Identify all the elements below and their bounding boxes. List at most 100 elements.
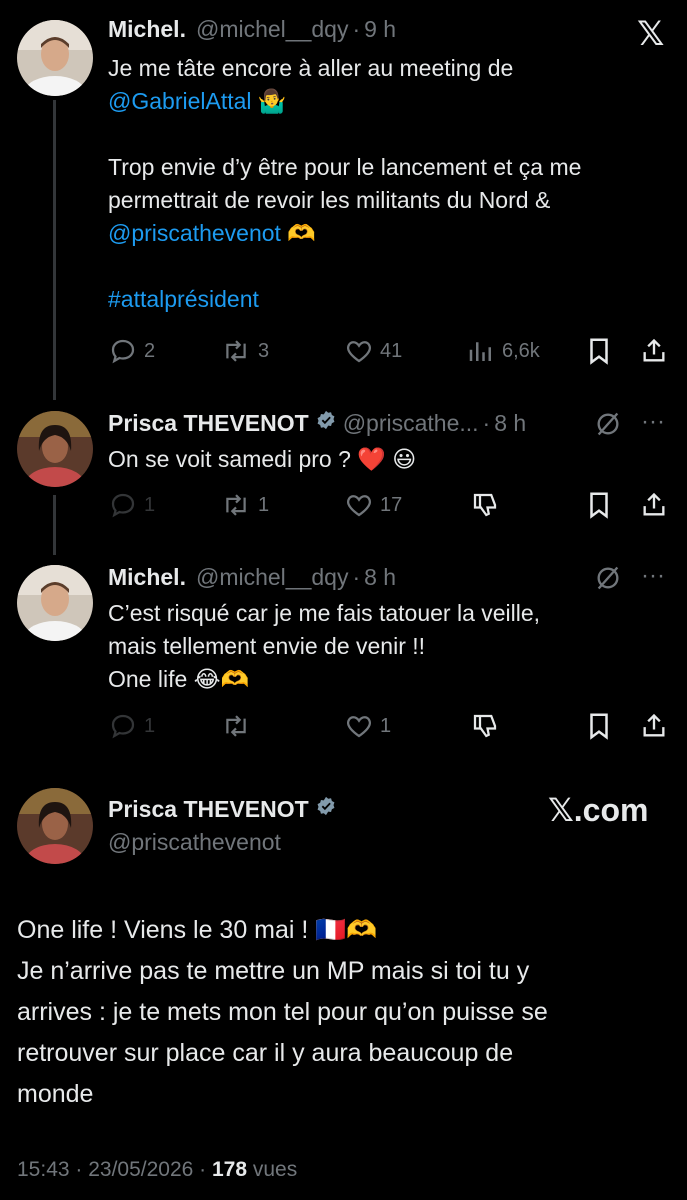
avatar-michel (17, 20, 93, 96)
mention-link[interactable]: @GabrielAttal (108, 88, 252, 114)
repost-icon (226, 340, 246, 362)
repost-button[interactable]: 3 (220, 336, 269, 366)
bookmark-icon (590, 338, 608, 365)
share-icon (643, 338, 665, 362)
like-button[interactable]: 17 (344, 490, 402, 520)
separator: · (482, 409, 491, 436)
reply-icon (111, 339, 135, 364)
x-logo-icon[interactable]: 𝕏 (637, 14, 664, 54)
main-tweet-meta: 15:43 · 23/05/2026 · 178 vues (17, 1158, 297, 1182)
handle[interactable]: @priscathevenot (108, 829, 281, 856)
separator: · (352, 564, 361, 590)
bookmark-icon (590, 492, 608, 519)
text-line: One life 😂🫶 (108, 666, 250, 692)
text-line: Trop envie d’y être pour le lancement et… (108, 154, 582, 180)
avatar-michel (17, 565, 93, 641)
reply-icon (111, 493, 135, 518)
share-icon (643, 713, 665, 737)
timestamp[interactable]: 8 h (364, 564, 396, 591)
share-button[interactable] (640, 711, 668, 741)
bookmark-button[interactable] (586, 490, 612, 520)
repost-icon (226, 494, 246, 516)
views-count: 178 (211, 1158, 248, 1181)
more-options-icon[interactable]: ··· (641, 562, 665, 590)
handle[interactable]: @michel__dqy (196, 564, 348, 591)
emoji: 🤷‍♂️ (251, 88, 287, 114)
avatar[interactable] (17, 788, 93, 864)
tweet-header: Michel. @michel__dqy · 8 h (108, 564, 396, 591)
avatar[interactable] (17, 565, 93, 641)
display-name[interactable]: Michel. (108, 564, 186, 591)
repost-count: 1 (258, 493, 270, 516)
downvote-button[interactable] (470, 490, 500, 520)
text-line: Je me tâte encore à aller au meeting de (108, 55, 514, 81)
tweet-text: Je me tâte encore à aller au meeting de … (108, 52, 581, 316)
mention-link[interactable]: @priscathevenot (108, 220, 281, 246)
heart-icon (347, 495, 371, 517)
timestamp[interactable]: 9 h (364, 16, 396, 43)
more-options-icon[interactable]: ··· (641, 408, 665, 436)
views-button[interactable]: 6,6k (466, 336, 540, 366)
main-tweet-text: One life ! Viens le 30 mai ! 🇫🇷🫶 Je n’ar… (17, 910, 548, 1115)
heart-icon (347, 341, 371, 363)
reply-count: 1 (144, 714, 156, 737)
bookmark-button[interactable] (586, 336, 612, 366)
text-line: arrives : je te mets mon tel pour qu’on … (17, 998, 548, 1026)
verified-badge-icon (315, 795, 337, 823)
grok-icon[interactable] (594, 564, 622, 597)
avatar[interactable] (17, 411, 93, 487)
separator: · (352, 16, 361, 42)
action-bar: 2 3 41 6,6k (108, 336, 668, 366)
downvote-button[interactable] (470, 711, 500, 741)
text-line: C’est risqué car je me fais tatouer la v… (108, 600, 541, 626)
views-count: 6,6k (502, 339, 540, 362)
like-count: 17 (380, 493, 403, 516)
like-button[interactable]: 1 (344, 711, 391, 741)
reply-button[interactable]: 2 (108, 336, 155, 366)
avatar[interactable] (17, 20, 93, 96)
display-name[interactable]: Prisca THEVENOT (108, 410, 309, 437)
text-line: One life ! Viens le 30 mai ! 🇫🇷🫶 (17, 916, 378, 944)
handle[interactable]: @michel__dqy (196, 16, 348, 43)
display-name[interactable]: Prisca THEVENOT (108, 796, 309, 823)
repost-button[interactable]: 1 (220, 490, 269, 520)
views-label: vues (247, 1158, 298, 1181)
grok-icon[interactable] (594, 410, 622, 443)
heart-icon (347, 716, 371, 738)
like-count: 1 (380, 714, 392, 737)
emoji: 🫶 (280, 220, 316, 246)
like-button[interactable]: 41 (344, 336, 402, 366)
post-timestamp[interactable]: 15:43 · 23/05/2026 · (17, 1158, 212, 1181)
repost-button[interactable] (220, 711, 252, 741)
display-name[interactable]: Michel. (108, 16, 186, 43)
like-count: 41 (380, 339, 403, 362)
share-button[interactable] (640, 336, 668, 366)
main-tweet-header: Prisca THEVENOT (108, 795, 343, 823)
repost-count: 3 (258, 339, 270, 362)
text-line: monde (17, 1080, 94, 1108)
action-bar: 1 1 17 (108, 490, 668, 520)
tweet-header: Prisca THEVENOT @priscathe... · 8 h (108, 409, 526, 437)
reply-button[interactable]: 1 (108, 490, 155, 520)
verified-badge-icon (315, 409, 337, 437)
text-line: mais tellement envie de venir !! (108, 633, 426, 659)
thread-line (53, 495, 56, 555)
reply-count: 2 (144, 339, 156, 362)
share-button[interactable] (640, 490, 668, 520)
bookmark-button[interactable] (586, 711, 612, 741)
avatar-prisca (17, 788, 93, 864)
tweet-text: C’est risqué car je me fais tatouer la v… (108, 597, 540, 696)
timestamp[interactable]: 8 h (494, 410, 526, 437)
bookmark-icon (590, 713, 608, 740)
views-chart-icon (469, 342, 491, 361)
hashtag-link[interactable]: #attalprésident (108, 283, 581, 316)
text-line: Je n’arrive pas te mettre un MP mais si … (17, 957, 530, 985)
thumbs-down-icon (473, 714, 497, 738)
reply-icon (111, 714, 135, 739)
thread-line (53, 100, 56, 400)
reply-button[interactable]: 1 (108, 711, 155, 741)
handle[interactable]: @priscathe... (343, 410, 479, 437)
thumbs-down-icon (473, 493, 497, 517)
